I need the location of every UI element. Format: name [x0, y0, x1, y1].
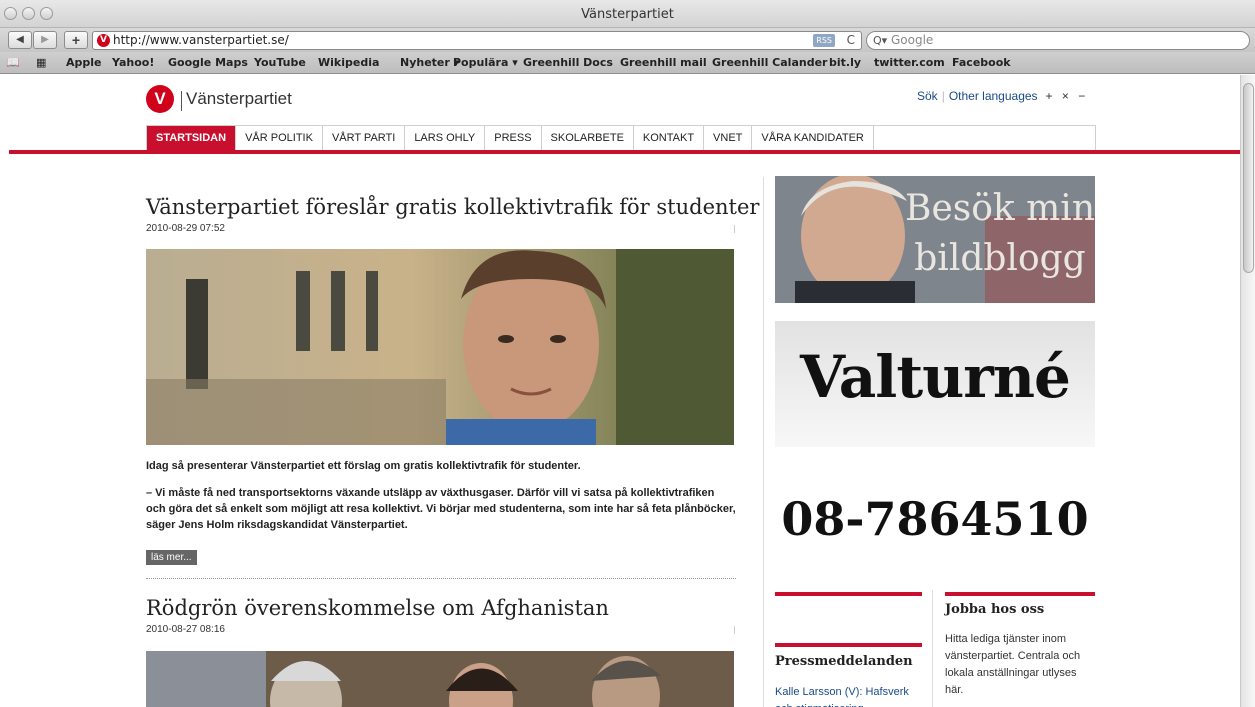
- text-size-controls[interactable]: + × −: [1046, 89, 1089, 103]
- press-top-rule: [775, 643, 922, 647]
- box-top-rule: [775, 592, 922, 596]
- bookmark-yahoo[interactable]: Yahoo!: [112, 56, 154, 69]
- nav-red-line: [9, 150, 1240, 154]
- article-quote: – Vi måste få ned transportsektorns växa…: [146, 487, 736, 531]
- press-releases-title: Pressmeddelanden: [775, 654, 913, 669]
- nav-kontakt[interactable]: KONTAKT: [634, 126, 705, 150]
- page-scrollbar[interactable]: [1240, 75, 1255, 707]
- article-date: 2010-08-27 08:16: [146, 624, 225, 635]
- bookmark-bitly[interactable]: bit.ly: [829, 56, 861, 69]
- nav-press[interactable]: PRESS: [485, 126, 542, 150]
- nav-startsidan[interactable]: STARTSIDAN: [147, 126, 237, 150]
- phone-number: 08-7864510: [781, 492, 1089, 546]
- nav-vart-parti[interactable]: VÅRT PARTI: [323, 126, 406, 150]
- blog-banner-line2: bildblogg: [914, 238, 1086, 279]
- box-divider: [932, 590, 933, 707]
- bookmark-apple[interactable]: Apple: [66, 56, 102, 69]
- search-icon: Q▾: [873, 34, 888, 47]
- valturne-banner[interactable]: Valturné: [775, 321, 1095, 447]
- forward-button[interactable]: ▶: [33, 31, 57, 49]
- box-top-rule: [945, 592, 1095, 596]
- main-navigation: STARTSIDAN VÅR POLITIK VÅRT PARTI LARS O…: [146, 125, 1096, 150]
- bookmark-wikipedia[interactable]: Wikipedia: [318, 56, 379, 69]
- read-more-button[interactable]: läs mer...: [146, 550, 197, 565]
- back-button[interactable]: ◀: [8, 31, 32, 49]
- add-bookmark-button[interactable]: +: [64, 31, 88, 49]
- reload-icon[interactable]: C: [847, 32, 855, 49]
- bookmark-greenhill-calander[interactable]: Greenhill Calander: [712, 56, 827, 69]
- window-titlebar: Vänsterpartiet: [0, 0, 1255, 28]
- nav-vnet[interactable]: VNET: [704, 126, 753, 150]
- title-tick: [734, 626, 735, 634]
- bookmark-twitter[interactable]: twitter.com: [874, 56, 945, 69]
- column-divider: [763, 177, 764, 707]
- group-photo-image: [146, 651, 734, 707]
- open-book-icon[interactable]: 📖: [6, 56, 20, 69]
- press-release-link[interactable]: Kalle Larsson (V): Hafsverk och stigmati…: [775, 684, 925, 707]
- bookmarks-bar: 📖 ▦ Apple Yahoo! Google Maps YouTube Wik…: [0, 52, 1255, 74]
- top-links: Sök | Other languages + × −: [917, 89, 1089, 103]
- bookmark-youtube[interactable]: YouTube: [254, 56, 306, 69]
- site-logo-text[interactable]: Vänsterpartiet: [186, 89, 292, 109]
- search-link[interactable]: Sök: [917, 89, 938, 103]
- bookmark-google-maps[interactable]: Google Maps: [168, 56, 248, 69]
- browser-toolbar: ◀ ▶ + V http://www.vansterpartiet.se/ RS…: [0, 28, 1255, 52]
- search-placeholder: Google: [891, 33, 934, 47]
- other-languages-link[interactable]: Other languages: [949, 89, 1038, 103]
- article-intro: Idag så presenterar Vänsterpartiet ett f…: [146, 460, 581, 472]
- nav-vara-kandidater[interactable]: VÅRA KANDIDATER: [752, 126, 874, 150]
- article-photo[interactable]: [146, 651, 734, 707]
- article-title[interactable]: Vänsterpartiet föreslår gratis kollektiv…: [146, 195, 759, 219]
- photo-blog-banner[interactable]: Besök min bildblogg: [775, 176, 1095, 303]
- bookmark-nyheter[interactable]: Nyheter ▾: [400, 56, 459, 69]
- nav-lars-ohly[interactable]: LARS OHLY: [405, 126, 486, 150]
- vansterpartiet-logo-icon[interactable]: V: [146, 85, 174, 113]
- jobs-title: Jobba hos oss: [945, 602, 1045, 617]
- site-favicon-icon: V: [97, 34, 110, 47]
- blog-banner-text: Besök min bildblogg: [905, 184, 1095, 284]
- window-title: Vänsterpartiet: [581, 7, 674, 22]
- top-sites-grid-icon[interactable]: ▦: [36, 56, 46, 69]
- bookmark-populara[interactable]: Populära ▾: [453, 56, 518, 69]
- web-page: V Vänsterpartiet Sök | Other languages + × …: [0, 75, 1240, 707]
- bookmark-greenhill-mail[interactable]: Greenhill mail: [620, 56, 707, 69]
- search-input[interactable]: Q▾ Google: [866, 31, 1250, 50]
- article-title[interactable]: Rödgrön överenskommelse om Afghanistan: [146, 596, 609, 620]
- article-photo[interactable]: [146, 249, 734, 445]
- nav-skolarbete[interactable]: SKOLARBETE: [542, 126, 634, 150]
- bookmark-facebook[interactable]: Facebook: [952, 56, 1011, 69]
- article-date: 2010-08-29 07:52: [146, 223, 225, 234]
- bookmark-greenhill-docs[interactable]: Greenhill Docs: [523, 56, 613, 69]
- scrollbar-thumb[interactable]: [1243, 83, 1254, 273]
- valturne-text: Valturné: [800, 343, 1071, 411]
- address-bar[interactable]: V http://www.vansterpartiet.se/ RSS C: [92, 31, 862, 50]
- logo-divider: [181, 91, 182, 111]
- title-tick: [734, 225, 735, 233]
- nav-var-politik[interactable]: VÅR POLITIK: [236, 126, 323, 150]
- article-separator: [146, 578, 736, 579]
- blog-banner-line1: Besök min: [905, 188, 1095, 229]
- address-bar-url: http://www.vansterpartiet.se/: [113, 33, 289, 47]
- jobs-text: Hitta lediga tjänster inom vänsterpartie…: [945, 633, 1081, 696]
- rss-button[interactable]: RSS: [813, 34, 835, 47]
- portrait-photo-image: [146, 249, 734, 445]
